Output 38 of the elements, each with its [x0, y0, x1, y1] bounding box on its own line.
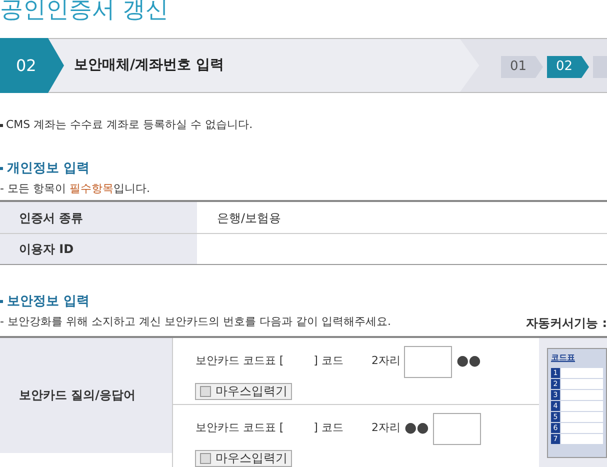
auto-cursor-label: 자동커서기능 :	[526, 314, 607, 332]
masked-code-field	[561, 378, 603, 388]
bullet-icon	[0, 167, 3, 170]
row-label: 보안카드 질의/응답어	[0, 338, 172, 452]
bullet-icon	[0, 124, 3, 126]
step-title: 보안매체/계좌번호 입력	[74, 56, 224, 75]
bullet-icon	[0, 300, 3, 304]
step-number: 02	[0, 38, 64, 93]
masked-code-field	[561, 422, 603, 432]
page-title: 공인인증서 갱신	[0, 0, 170, 25]
digits-label: 2자리	[371, 420, 400, 436]
mouse-input-button[interactable]: 마우스입력기	[195, 382, 292, 400]
row-value: 은행/보험용	[217, 210, 282, 226]
section-note: - 모든 항목이 필수항목입니다.	[0, 180, 151, 196]
section-heading: 개인정보 입력	[7, 160, 90, 178]
code-label: 보안카드 코드표 [	[195, 420, 284, 436]
notice-text: CMS 계좌는 수수료 계좌로 등록하실 수 없습니다.	[6, 116, 253, 133]
mouse-input-button[interactable]: 마우스입력기	[195, 450, 292, 466]
masked-code-field	[561, 400, 603, 410]
masked-digits: ●●	[404, 419, 429, 438]
section-note: - 보안강화를 위해 소지하고 계신 보안카드의 번호를 다음과 같이 입력해주세요.	[0, 314, 391, 330]
code-label: 보안카드 코드표 [	[195, 353, 284, 370]
code-input[interactable]	[432, 412, 481, 444]
section-heading: 보안정보 입력	[7, 293, 90, 311]
digits-label: 2자리	[371, 353, 400, 370]
code-card-title: 코드표	[551, 352, 576, 364]
row-label: 이용자 ID	[0, 234, 197, 264]
masked-code-field	[561, 412, 603, 422]
code-label: ] 코드	[314, 420, 344, 436]
row-label: 인증서 종류	[0, 202, 197, 233]
masked-digits: ●●	[456, 352, 481, 371]
code-label: ] 코드	[314, 353, 344, 370]
masked-code-field	[561, 434, 603, 444]
checkbox[interactable]	[200, 386, 212, 396]
masked-code-field	[561, 390, 603, 400]
code-input[interactable]	[404, 346, 452, 378]
masked-code-field	[561, 368, 603, 378]
checkbox[interactable]	[200, 452, 212, 464]
